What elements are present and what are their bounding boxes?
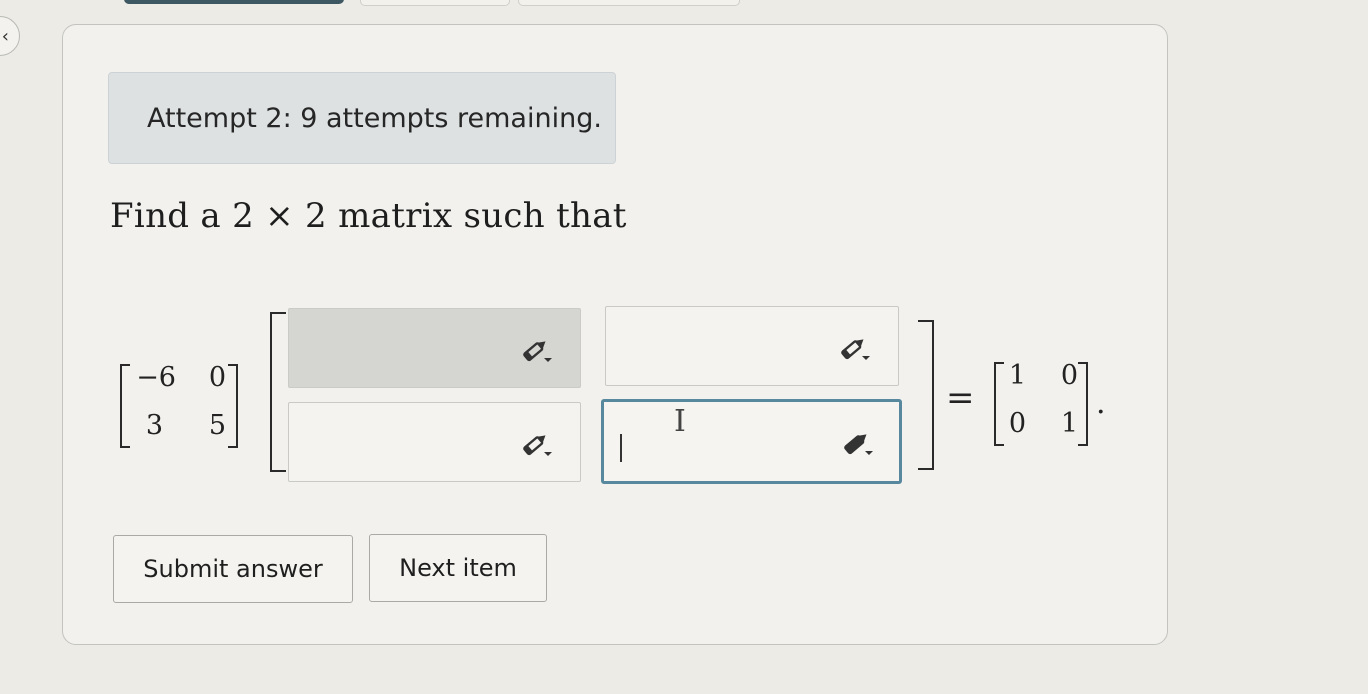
- answer-cell-r2c2[interactable]: [601, 399, 902, 484]
- mouse-ibeam-cursor: I: [674, 404, 686, 439]
- identity-matrix-r1c1: 1: [1008, 360, 1026, 391]
- answer-cell-r1c2[interactable]: [605, 306, 899, 386]
- given-matrix-left-bracket: [120, 364, 130, 448]
- given-matrix-r1c2: 0: [208, 362, 226, 393]
- active-tab[interactable]: [124, 0, 344, 4]
- next-item-button[interactable]: Next item: [369, 534, 547, 602]
- trailing-period: .: [1096, 386, 1106, 421]
- identity-matrix-r1c2: 0: [1060, 360, 1078, 391]
- pencil-dropdown-icon[interactable]: [838, 335, 874, 363]
- equals-sign: =: [946, 378, 975, 418]
- identity-matrix-r2c2: 1: [1060, 408, 1078, 439]
- answer-matrix-left-bracket: [270, 312, 286, 472]
- identity-matrix-left-bracket: [994, 362, 1004, 446]
- identity-matrix-right-bracket: [1078, 362, 1088, 446]
- pencil-dropdown-icon[interactable]: [841, 430, 877, 458]
- submit-answer-button[interactable]: Submit answer: [113, 535, 353, 603]
- attempt-text: Attempt 2: 9 attempts remaining.: [147, 102, 602, 134]
- chevron-left-icon: ‹: [1, 25, 9, 47]
- given-matrix-r1c1: −6: [136, 362, 176, 393]
- attempt-banner: Attempt 2: 9 attempts remaining.: [108, 72, 616, 164]
- tab-2[interactable]: [360, 0, 510, 6]
- answer-cell-r2c1[interactable]: [288, 402, 581, 482]
- given-matrix-right-bracket: [228, 364, 238, 448]
- pencil-dropdown-icon[interactable]: [520, 337, 556, 365]
- question-prompt: Find a 2 × 2 matrix such that: [110, 196, 627, 236]
- identity-matrix-r2c1: 0: [1008, 408, 1026, 439]
- answer-matrix-right-bracket: [918, 320, 934, 470]
- given-matrix-r2c1: 3: [145, 410, 163, 441]
- pencil-dropdown-icon[interactable]: [520, 431, 556, 459]
- text-caret: [620, 434, 622, 462]
- tab-3[interactable]: [518, 0, 740, 6]
- given-matrix-r2c2: 5: [208, 410, 226, 441]
- answer-cell-r1c1[interactable]: [288, 308, 581, 388]
- back-button[interactable]: ‹: [0, 16, 20, 56]
